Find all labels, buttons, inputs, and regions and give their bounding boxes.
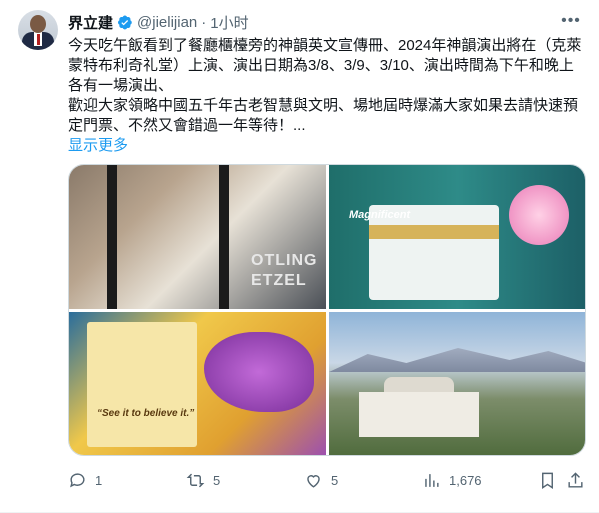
show-more-link[interactable]: 显示更多 <box>68 134 128 155</box>
more-options-icon[interactable]: ••• <box>559 10 583 34</box>
tweet-text: 今天吃午飯看到了餐廳櫃檯旁的神韻英文宣傳冊、2024年神韻演出將在（克萊蒙特布利… <box>68 37 582 134</box>
tweet-header: 界立建 @jielijian · 1小时 ••• <box>68 12 583 32</box>
verified-badge-icon <box>116 14 133 31</box>
bookmark-icon <box>542 472 553 489</box>
dancer-figure <box>509 185 569 245</box>
post-time[interactable]: 1小时 <box>210 12 248 33</box>
brochure-headline: Magnificent <box>349 209 411 221</box>
avatar-tie <box>37 34 40 45</box>
repost-count: 5 <box>213 472 221 488</box>
reply-button[interactable]: 1 <box>68 466 102 494</box>
author-handle[interactable]: @jielijian <box>137 14 197 31</box>
views-chart-icon <box>425 473 439 487</box>
repost-button[interactable]: 5 <box>186 466 220 494</box>
media-grid: OTLING ETZEL Magnificent “See it to beli… <box>68 164 586 456</box>
dancer-skirt <box>204 332 314 412</box>
avatar[interactable] <box>18 10 58 50</box>
window-frame <box>219 165 229 309</box>
views-count: 1,676 <box>449 472 482 488</box>
brochure-band <box>369 225 499 239</box>
action-bar: 1 5 5 1,676 <box>68 466 588 494</box>
share-button[interactable] <box>566 466 585 494</box>
window-frame <box>107 165 117 309</box>
quote-card <box>87 322 197 447</box>
share-icon <box>568 471 583 488</box>
bookmark-button[interactable] <box>538 466 557 494</box>
photo-brochure-quotes[interactable]: “See it to believe it.” <box>69 312 326 455</box>
window-sign-text: OTLING ETZEL <box>251 252 318 289</box>
reply-icon <box>70 472 85 487</box>
avatar-head <box>30 15 46 33</box>
like-count: 5 <box>331 472 339 488</box>
photo-auditorium-aerial[interactable] <box>329 312 585 455</box>
photo-brochure-schedule[interactable]: Magnificent <box>329 165 585 309</box>
separator-dot: · <box>201 13 207 31</box>
repost-icon <box>186 473 205 487</box>
quote-text: “See it to believe it.” <box>97 408 195 419</box>
photo-restaurant-window[interactable]: OTLING ETZEL <box>69 165 326 309</box>
reply-count: 1 <box>95 472 103 488</box>
auditorium-building <box>359 392 479 437</box>
heart-icon <box>307 474 320 488</box>
like-button[interactable]: 5 <box>304 466 338 494</box>
tweet-card[interactable]: 界立建 @jielijian · 1小时 ••• 今天吃午飯看到了餐廳櫃檯旁的神… <box>0 0 599 513</box>
author-name[interactable]: 界立建 <box>68 12 113 33</box>
mountains <box>329 348 585 372</box>
views-button[interactable]: 1,676 <box>422 466 482 494</box>
